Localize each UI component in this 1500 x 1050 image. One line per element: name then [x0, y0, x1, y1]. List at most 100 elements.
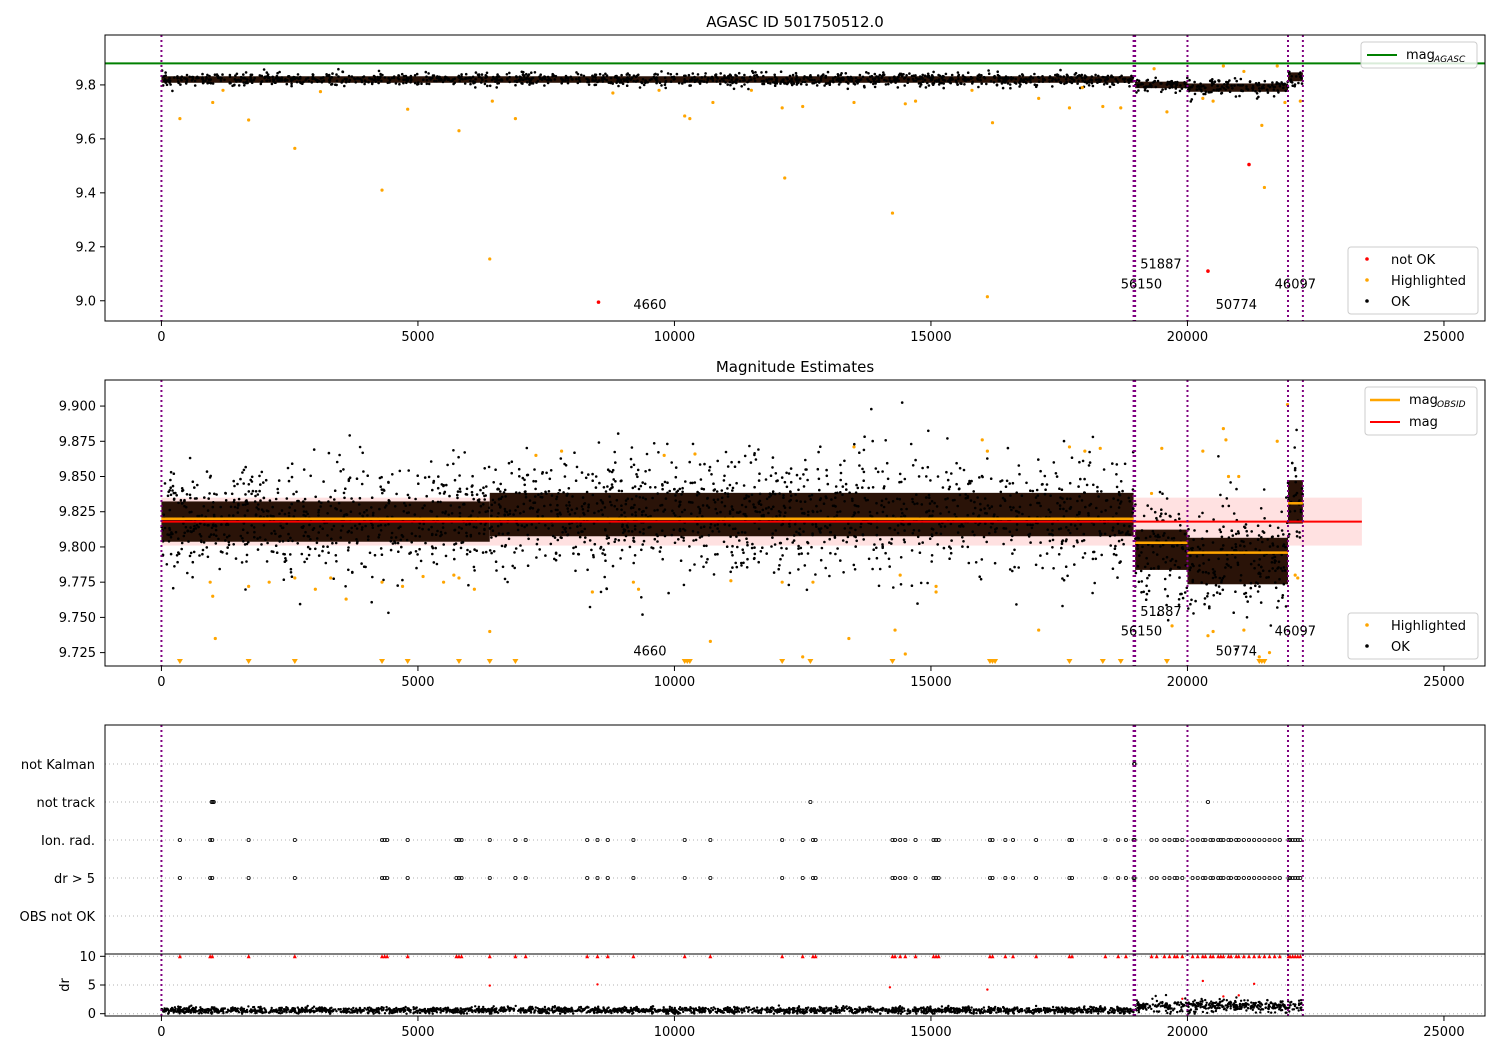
ok-point [1230, 529, 1233, 532]
ok-point [979, 78, 982, 82]
ok-point [239, 534, 243, 538]
ok-point [1272, 85, 1276, 89]
y-tick-label: 9.800 [59, 540, 96, 555]
ok-point [735, 565, 739, 569]
ok-point [787, 583, 791, 587]
ok-point [649, 486, 652, 489]
ok-point [1234, 532, 1238, 536]
ok-point [247, 483, 251, 486]
ok-point [1222, 544, 1225, 547]
ok-point [342, 468, 345, 471]
ok-point [757, 479, 761, 482]
ok-point [837, 83, 841, 86]
ok-point [232, 543, 235, 546]
ok-point [803, 564, 807, 567]
ok-point [1066, 74, 1069, 78]
ok-point [985, 82, 988, 86]
ok-point [289, 553, 292, 556]
ok-point [1076, 499, 1079, 503]
ok-point [670, 461, 673, 464]
ok-point [325, 74, 329, 77]
ok-point [182, 534, 186, 538]
ok-point [235, 80, 238, 83]
ok-point [479, 488, 482, 492]
ok-point [945, 470, 948, 474]
ok-point [1122, 524, 1126, 527]
ok-point [866, 498, 869, 502]
ok-point [233, 484, 236, 488]
ok-point [914, 76, 918, 80]
ok-point [1223, 83, 1226, 86]
ok-point [1222, 86, 1226, 90]
highlighted-point [801, 104, 805, 109]
ok-point [754, 458, 758, 461]
ok-point [1121, 489, 1124, 493]
highlighted-point [1293, 573, 1297, 577]
ok-point [232, 514, 235, 517]
highlighted-point [1237, 474, 1241, 479]
ok-point [362, 565, 366, 568]
ok-point [364, 524, 367, 528]
ok-point [437, 77, 441, 80]
ok-point [347, 546, 350, 549]
ok-point [1061, 604, 1064, 608]
ok-point [1280, 529, 1284, 532]
ok-point [1070, 456, 1074, 460]
ok-point [452, 462, 455, 466]
ok-point [335, 79, 339, 83]
ok-point [432, 561, 436, 564]
below-range-marker [1099, 659, 1106, 664]
ok-point [580, 530, 583, 533]
ok-point [465, 523, 468, 526]
highlighted-point [1296, 576, 1300, 580]
ok-point [877, 584, 881, 588]
ok-point [507, 537, 511, 541]
ok-point [460, 527, 464, 530]
ok-point [508, 80, 512, 84]
ok-point [640, 513, 644, 517]
ok-point [779, 70, 783, 73]
ok-point [754, 71, 757, 74]
ok-point [751, 69, 754, 73]
ok-point [875, 556, 879, 560]
ok-point [773, 73, 776, 77]
ok-point [246, 531, 249, 535]
ok-point [737, 511, 740, 514]
ok-point [544, 554, 547, 557]
ok-point [988, 507, 991, 510]
ok-point [580, 73, 583, 77]
ok-point [839, 478, 842, 482]
ok-point [566, 510, 570, 513]
ok-point [1018, 472, 1021, 476]
ok-point [1094, 557, 1098, 561]
ok-point [1173, 563, 1177, 567]
ok-point [976, 74, 980, 78]
below-range-marker [1163, 659, 1170, 664]
ok-point [1060, 540, 1064, 543]
ok-point [326, 534, 329, 537]
ok-point [973, 506, 977, 510]
ok-point [280, 76, 284, 79]
ok-point [213, 73, 217, 76]
ok-point [819, 77, 823, 80]
ok-point [1036, 494, 1040, 497]
highlighted-point [178, 117, 182, 121]
ok-point [555, 495, 559, 499]
ok-point [446, 463, 449, 467]
ok-point [885, 461, 889, 465]
ok-point [219, 79, 223, 83]
ok-point [795, 499, 798, 503]
ok-point [1208, 91, 1212, 94]
ok-point [201, 72, 204, 76]
ok-point [1146, 504, 1149, 507]
ok-point [720, 496, 724, 500]
ok-point [256, 503, 260, 506]
ok-point [874, 467, 878, 470]
ok-point [1128, 525, 1131, 528]
ok-point [680, 510, 684, 514]
x-ticks-panel1: 0 5000 10000 15000 20000 25000 [157, 321, 1465, 345]
ok-point [355, 477, 359, 481]
ok-point [342, 491, 346, 495]
ok-point [1204, 570, 1208, 574]
ok-point [1271, 567, 1274, 570]
